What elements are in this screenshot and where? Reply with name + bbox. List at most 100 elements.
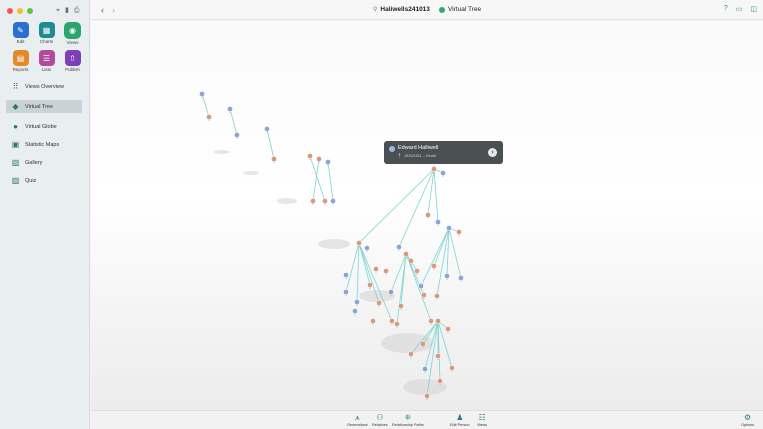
app-publish[interactable]: ⇧ Publish (60, 50, 85, 72)
person-node[interactable] (227, 106, 233, 112)
sidebar-toggle-icon[interactable]: ▭ (736, 5, 743, 13)
app-lists[interactable]: ☰ Lists (34, 50, 59, 72)
app-edit[interactable]: ✎ Edit (8, 22, 33, 45)
virtual-tree-canvas[interactable]: Edward Halliwell † 1820/1811 – Death › (91, 21, 763, 410)
minimize-window-button[interactable] (17, 8, 23, 14)
person-node[interactable] (373, 266, 379, 272)
person-node[interactable] (431, 263, 437, 269)
forward-icon[interactable]: › (112, 5, 115, 15)
person-node[interactable] (322, 198, 328, 204)
person-node[interactable] (352, 308, 358, 314)
person-node[interactable] (425, 212, 431, 218)
person-node[interactable] (343, 289, 349, 295)
back-icon[interactable]: ‹ (101, 5, 104, 15)
app-charts[interactable]: ▦ Charts (34, 22, 59, 45)
generations-button[interactable]: ⩚ Generations (347, 413, 368, 427)
person-tooltip[interactable]: Edward Halliwell † 1820/1811 – Death › (384, 141, 503, 164)
person-node[interactable] (435, 353, 441, 359)
person-node[interactable] (394, 321, 400, 327)
relation-line (433, 168, 439, 223)
relation-line (309, 155, 326, 202)
relation-line (345, 242, 360, 293)
person-node[interactable] (414, 268, 420, 274)
zoom-window-button[interactable] (27, 8, 33, 14)
options-button[interactable]: ⚙ Options (741, 413, 754, 427)
sidebar-item-views-overview[interactable]: ⠿ Views Overview (6, 80, 82, 93)
button-label: Options (741, 423, 755, 427)
tag-icon[interactable]: ⌖ (56, 7, 60, 15)
options-icon: ⚙ (743, 413, 752, 422)
person-node[interactable] (418, 283, 424, 289)
node-shadow (214, 150, 230, 154)
person-node[interactable] (316, 156, 322, 162)
person-node[interactable] (398, 303, 404, 309)
edit-person-button[interactable]: ♟ Edit Person (450, 413, 470, 427)
close-window-button[interactable] (7, 8, 13, 14)
person-node[interactable] (456, 229, 462, 235)
person-node[interactable] (264, 126, 270, 132)
list-icon: ☰ (38, 50, 55, 66)
person-node[interactable] (403, 251, 409, 257)
person-node[interactable] (408, 351, 414, 357)
tree-graph[interactable] (91, 21, 763, 410)
app-views[interactable]: ◉ Views (60, 22, 85, 45)
app-reports[interactable]: ▤ Reports (8, 50, 33, 72)
person-node[interactable] (199, 91, 205, 97)
person-node[interactable] (376, 300, 382, 306)
person-node[interactable] (383, 268, 389, 274)
person-node[interactable] (421, 292, 427, 298)
person-node[interactable] (437, 378, 443, 384)
sidebar-item-quiz[interactable]: ▨ Quiz (6, 174, 82, 187)
person-node[interactable] (458, 275, 464, 281)
person-node[interactable] (325, 159, 331, 165)
person-node[interactable] (307, 153, 313, 159)
person-node[interactable] (408, 258, 414, 264)
person-node[interactable] (310, 198, 316, 204)
globe-icon: ● (13, 122, 18, 131)
views-button[interactable]: ☷ Views (477, 413, 487, 427)
sidebar-item-label: Virtual Globe (25, 123, 57, 130)
person-node[interactable] (446, 225, 452, 231)
person-node[interactable] (449, 365, 455, 371)
person-node[interactable] (424, 393, 430, 399)
sidebar-item-virtual-globe[interactable]: ● Virtual Globe (6, 120, 82, 133)
person-node[interactable] (396, 244, 402, 250)
person-node[interactable] (389, 318, 395, 324)
grid-dots-icon: ⠿ (12, 82, 19, 91)
help-icon[interactable]: ? (724, 5, 728, 13)
person-node[interactable] (206, 114, 212, 120)
chevron-right-icon[interactable]: › (488, 148, 497, 157)
split-view-icon[interactable]: ◫ (750, 5, 757, 13)
relationship-paths-button[interactable]: ⁜ Relationship Paths (392, 413, 424, 427)
person-node[interactable] (354, 299, 360, 305)
person-node[interactable] (271, 156, 277, 162)
person-node[interactable] (420, 341, 426, 347)
person-node[interactable] (435, 219, 441, 225)
sidebar-item-statistic-maps[interactable]: ▣ Statistic Maps (6, 138, 82, 151)
bookmark-icon[interactable]: ▮ (65, 7, 69, 15)
person-node[interactable] (356, 240, 362, 246)
person-node[interactable] (422, 366, 428, 372)
relatives-button[interactable]: ⚇ Relatives (372, 413, 388, 427)
view-name: Virtual Tree (448, 6, 482, 13)
person-node[interactable] (343, 272, 349, 278)
person-node[interactable] (428, 318, 434, 324)
person-node[interactable] (444, 273, 450, 279)
person-node[interactable] (234, 132, 240, 138)
sidebar-item-gallery[interactable]: ▧ Gallery (6, 156, 82, 169)
app-label: Lists (41, 67, 52, 72)
person-node[interactable] (435, 318, 441, 324)
person-node[interactable] (364, 245, 370, 251)
print-icon[interactable]: ⎙ (74, 7, 80, 15)
person-node[interactable] (445, 326, 451, 332)
sidebar-item-virtual-tree[interactable]: ◆ Virtual Tree (6, 100, 82, 113)
app-label: Edit (16, 39, 25, 44)
person-node[interactable] (440, 170, 446, 176)
person-node[interactable] (434, 293, 440, 299)
person-node[interactable] (367, 282, 373, 288)
button-label: Relatives (372, 423, 388, 427)
person-node[interactable] (431, 166, 437, 172)
person-node[interactable] (370, 318, 376, 324)
person-node[interactable] (330, 198, 336, 204)
person-node[interactable] (388, 289, 394, 295)
